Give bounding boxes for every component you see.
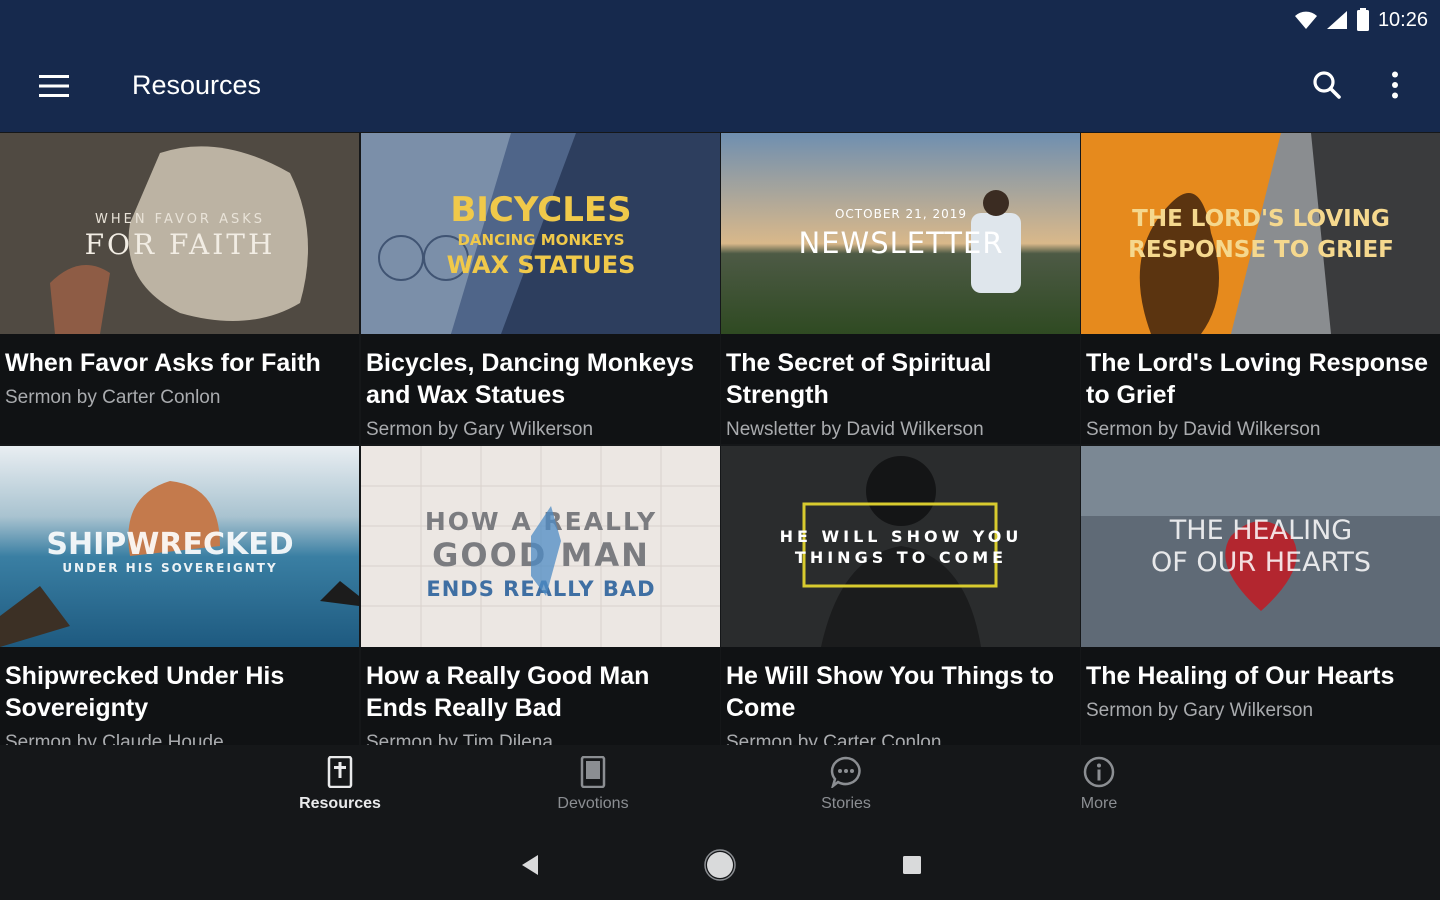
home-button[interactable] [702,847,738,883]
card-subtitle: Sermon by Gary Wilkerson [1086,700,1314,721]
card-thumbnail: BICYCLES DANCING MONKEYS WAX STATUES [361,133,720,334]
thumbnail-text-line1: BICYCLES [450,190,631,230]
resource-card[interactable]: THE HEALING OF OUR HEARTS The Healing of… [1081,446,1440,745]
card-title: When Favor Asks for Faith [5,349,321,377]
cell-signal-icon [1326,11,1347,29]
more-vertical-icon [1392,71,1398,99]
resource-card[interactable]: SHIPWRECKED UNDER HIS SOVEREIGNTY Shipwr… [0,446,359,745]
system-navigation-bar [0,825,1440,900]
card-thumbnail: THE LORD'S LOVING RESPONSE TO GRIEF [1081,133,1440,334]
resource-card[interactable]: BICYCLES DANCING MONKEYS WAX STATUES Bic… [361,133,720,444]
thumbnail-text-line3: WAX STATUES [447,251,636,279]
nav-item-more[interactable]: More [1029,755,1169,819]
overflow-menu-button[interactable] [1372,60,1418,110]
recents-square-icon [903,856,921,874]
info-icon [1083,755,1115,789]
back-button[interactable] [512,847,548,883]
thumbnail-text-line2: UNDER HIS SOVEREIGNTY [62,561,277,575]
thumbnail-text-line2: FOR FAITH [85,228,276,261]
card-subtitle: Sermon by Tim Dilena [366,732,553,745]
search-button[interactable] [1302,60,1352,110]
app-bar: Resources [0,40,1440,132]
thumbnail-text-line1: SHIPWRECKED [46,527,293,562]
resource-card[interactable]: WHEN FAVOR ASKS FOR FAITH When Favor Ask… [0,133,359,444]
menu-button[interactable] [26,62,82,110]
card-title: The Secret of Spiritual Strength [726,349,992,409]
card-title: The Healing of Our Hearts [1086,662,1395,690]
card-subtitle: Sermon by Gary Wilkerson [366,419,594,440]
card-subtitle: Newsletter by David Wilkerson [726,419,984,440]
resource-card[interactable]: HE WILL SHOW YOU THINGS TO COME He Will … [721,446,1080,745]
card-thumbnail: WHEN FAVOR ASKS FOR FAITH [0,133,359,334]
nav-item-stories[interactable]: Stories [776,755,916,819]
card-title: Bicycles, Dancing Monkeys and Wax Statue… [366,349,694,409]
card-subtitle: Sermon by Claude Houde [5,732,224,745]
bible-icon [324,755,356,789]
card-title: He Will Show You Things to Come [726,662,1055,722]
bottom-navigation: Resources Devotions Stories More [0,745,1440,825]
search-icon [1313,71,1341,99]
card-thumbnail: OCTOBER 21, 2019 NEWSLETTER [721,133,1080,334]
recents-button[interactable] [894,847,930,883]
thumbnail-text-line2: OF OUR HEARTS [1151,547,1371,578]
card-subtitle: Sermon by David Wilkerson [1086,419,1321,440]
nav-label: More [1080,795,1118,812]
wifi-icon [1294,11,1317,29]
thumbnail-text-line2: DANCING MONKEYS [457,231,624,249]
nav-label: Stories [821,795,871,812]
nav-item-devotions[interactable]: Devotions [523,755,663,819]
nav-label: Devotions [557,795,629,812]
back-triangle-icon [522,855,538,875]
resource-card[interactable]: THE LORD'S LOVING RESPONSE TO GRIEF The … [1081,133,1440,444]
nav-label: Resources [299,795,381,812]
status-bar: 10:26 [0,0,1440,40]
thumbnail-text-line1: THE LORD'S LOVING [1132,206,1390,232]
thumbnail-text-line2: THINGS TO COME [795,548,1007,567]
status-icons: 10:26 [1294,6,1428,34]
card-thumbnail: SHIPWRECKED UNDER HIS SOVEREIGNTY [0,446,359,647]
nav-item-resources[interactable]: Resources [270,755,410,819]
card-title: Shipwrecked Under His Sovereignty [5,662,285,722]
battery-icon [1356,8,1369,31]
thumbnail-text-line1: THE HEALING [1169,515,1352,546]
card-thumbnail: HOW A REALLY GOOD MAN ENDS REALLY BAD [361,446,720,647]
card-subtitle: Sermon by Carter Conlon [726,732,942,745]
resource-card[interactable]: HOW A REALLY GOOD MAN ENDS REALLY BAD Ho… [361,446,720,745]
card-title: The Lord's Loving Response to Grief [1086,349,1429,409]
card-subtitle: Sermon by Carter Conlon [5,387,221,408]
resource-card[interactable]: OCTOBER 21, 2019 NEWSLETTER The Secret o… [721,133,1080,444]
card-title: How a Really Good Man Ends Really Bad [366,662,650,722]
thumbnail-text-line1: HE WILL SHOW YOU [780,527,1023,546]
hamburger-menu-icon [39,75,69,97]
card-thumbnail: THE HEALING OF OUR HEARTS [1081,446,1440,647]
thumbnail-text-line2: RESPONSE TO GRIEF [1128,237,1394,263]
page-title: Resources [132,70,262,100]
thumbnail-text-line1: WHEN FAVOR ASKS [95,212,265,227]
resource-grid: WHEN FAVOR ASKS FOR FAITH When Favor Ask… [0,133,1440,745]
card-thumbnail: HE WILL SHOW YOU THINGS TO COME [721,446,1080,647]
status-time: 10:26 [1377,8,1428,31]
book-icon [577,755,609,789]
thumbnail-text-line2: NEWSLETTER [799,226,1004,260]
home-circle-icon [704,849,736,881]
chat-bubble-icon [830,755,862,789]
thumbnail-text-line1: OCTOBER 21, 2019 [835,207,967,221]
